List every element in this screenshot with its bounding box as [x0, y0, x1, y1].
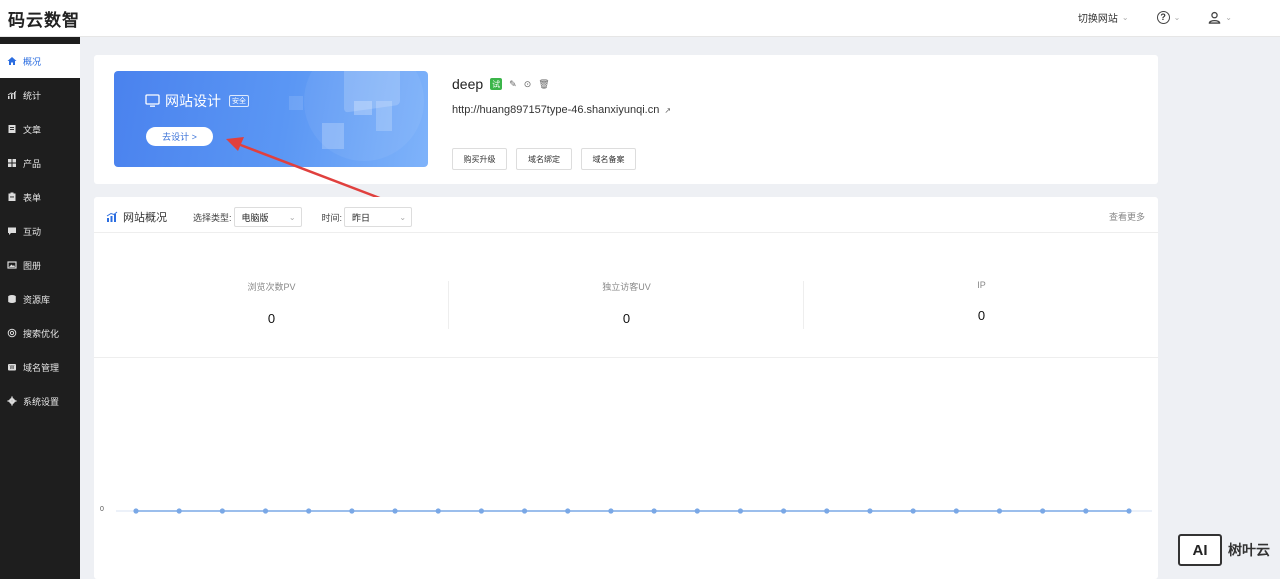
sidebar-item-label: 图册	[23, 260, 42, 271]
sidebar-item-resources[interactable]: 资源库	[0, 282, 80, 316]
bind-domain-button[interactable]: 域名绑定	[516, 148, 572, 170]
settings-circle-icon[interactable]: ⊙	[524, 79, 532, 90]
design-banner: 网站设计 安全 去设计 >	[114, 71, 428, 167]
sidebar-item-domains[interactable]: W 域名管理	[0, 350, 80, 384]
sidebar-item-label: 文章	[23, 124, 42, 135]
user-icon	[1209, 11, 1221, 24]
switch-site-dropdown[interactable]: 切换网站 ⌄	[1078, 10, 1129, 25]
site-url-text[interactable]: http://huang897157type-46.shanxiyunqi.cn	[452, 104, 659, 116]
time-label: 时间:	[321, 212, 343, 223]
stats-title: 网站概况	[123, 212, 167, 224]
sidebar-item-stats[interactable]: 统计	[0, 78, 80, 112]
message-icon	[8, 227, 16, 235]
metric-pv: 浏览次数PV 0	[94, 280, 449, 330]
banner-title-text: 网站设计	[165, 93, 221, 109]
metric-uv: 独立访客UV 0	[449, 280, 804, 330]
chevron-down-icon: ⌄	[1225, 13, 1232, 22]
header-actions: 切换网站 ⌄ ? ⌄ ⌄	[1078, 10, 1232, 25]
view-more-link[interactable]: 查看更多	[1109, 210, 1145, 223]
sidebar-item-label: 系统设置	[23, 396, 60, 407]
document-icon	[8, 125, 16, 133]
sidebar-item-label: 互动	[23, 226, 42, 237]
database-icon	[8, 295, 16, 303]
chart-y-tick: 0	[100, 506, 104, 513]
question-circle-icon: ?	[1156, 11, 1170, 24]
clipboard-icon	[8, 192, 16, 201]
metrics-divider	[94, 357, 1158, 358]
chevron-down-icon: ⌄	[399, 212, 407, 222]
chevron-down-icon: ⌄	[1121, 13, 1129, 22]
metric-value: 0	[267, 311, 276, 326]
watermark-logo: AI	[1178, 534, 1222, 566]
domain-icon: W	[8, 364, 16, 371]
sidebar-item-gallery[interactable]: 图册	[0, 248, 80, 282]
trash-icon[interactable]: 🗑	[538, 79, 549, 90]
svg-text:W: W	[10, 365, 15, 371]
top-header: 码云数智 切换网站 ⌄ ? ⌄ ⌄	[0, 0, 1280, 37]
grid-icon	[8, 159, 16, 167]
buy-upgrade-button[interactable]: 购买升级	[452, 148, 507, 170]
user-dropdown[interactable]: ⌄	[1208, 11, 1232, 24]
metric-ip: IP 0	[804, 280, 1159, 330]
watermark: AI 树叶云	[1178, 534, 1270, 566]
metric-label: 浏览次数PV	[247, 282, 296, 292]
image-icon	[7, 261, 17, 269]
sidebar-item-interaction[interactable]: 互动	[0, 214, 80, 248]
security-badge: 安全	[229, 95, 249, 107]
type-label: 选择类型:	[193, 212, 232, 223]
metric-value: 0	[977, 308, 986, 323]
trial-badge: 试	[490, 78, 503, 90]
sidebar-item-overview[interactable]: 概况	[0, 44, 80, 78]
time-select[interactable]: 昨日 ⌄	[344, 207, 413, 227]
sidebar-item-products[interactable]: 产品	[0, 146, 80, 180]
stats-header-divider	[94, 232, 1158, 233]
trend-chart-icon	[106, 211, 118, 222]
help-dropdown[interactable]: ? ⌄	[1156, 11, 1181, 24]
stats-header: 网站概况 选择类型: 电脑版 ⌄ 时间: 昨日 ⌄	[106, 207, 413, 227]
time-select-value: 昨日	[352, 212, 371, 223]
domain-filing-button[interactable]: 域名备案	[581, 148, 636, 170]
go-design-button[interactable]: 去设计 >	[146, 127, 213, 146]
sidebar-item-label: 产品	[23, 158, 42, 169]
banner-title: 网站设计 安全	[145, 91, 249, 111]
chevron-down-icon: ⌄	[288, 212, 296, 222]
gear-icon	[7, 396, 17, 406]
type-select[interactable]: 电脑版 ⌄	[233, 207, 302, 227]
brand-logo: 码云数智	[8, 11, 80, 31]
chart-icon	[7, 90, 17, 99]
sidebar-item-label: 域名管理	[23, 362, 60, 373]
site-name: deep 试 ✎ ⊙ 🗑	[452, 76, 550, 92]
type-select-value: 电脑版	[241, 212, 269, 223]
switch-site-label: 切换网站	[1077, 14, 1118, 25]
sidebar-item-settings[interactable]: 系统设置	[0, 384, 80, 418]
sidebar-item-label: 统计	[23, 90, 42, 101]
sidebar-item-label: 概况	[23, 56, 42, 67]
metric-value: 0	[622, 311, 631, 326]
site-name-text: deep	[452, 76, 484, 92]
metric-label: 独立访客UV	[602, 282, 651, 292]
sidebar-item-seo[interactable]: 搜索优化	[0, 316, 80, 350]
chevron-down-icon: ⌄	[1173, 13, 1181, 22]
sidebar-item-forms[interactable]: 表单	[0, 180, 80, 214]
sidebar-item-articles[interactable]: 文章	[0, 112, 80, 146]
site-url: http://huang897157type-46.shanxiyunqi.cn…	[452, 104, 671, 116]
edit-icon[interactable]: ✎	[509, 79, 517, 90]
banner-illustration	[289, 71, 424, 161]
sidebar-item-label: 搜索优化	[23, 328, 60, 339]
watermark-text: 树叶云	[1228, 543, 1270, 559]
metric-label: IP	[977, 280, 986, 290]
sidebar-item-label: 资源库	[23, 294, 51, 305]
seo-icon	[7, 328, 17, 338]
stats-card	[94, 197, 1158, 579]
monitor-icon	[145, 94, 160, 107]
sidebar-item-label: 表单	[23, 192, 42, 203]
external-link-icon[interactable]: ↗	[664, 106, 671, 115]
home-icon	[7, 57, 17, 65]
